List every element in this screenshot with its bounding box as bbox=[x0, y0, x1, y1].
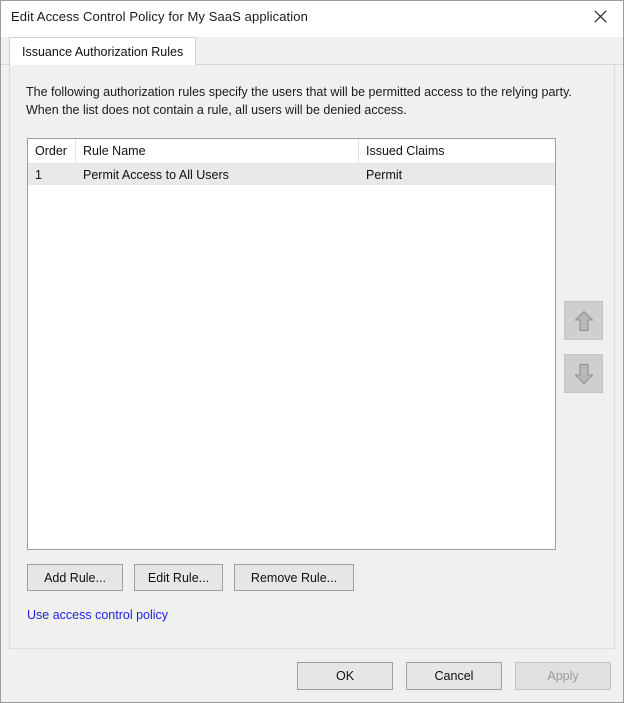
cell-rule-name: Permit Access to All Users bbox=[83, 167, 229, 182]
table-row[interactable]: 1 Permit Access to All Users Permit bbox=[28, 164, 555, 185]
edit-rule-button[interactable]: Edit Rule... bbox=[134, 564, 223, 591]
use-access-control-policy-link[interactable]: Use access control policy bbox=[27, 608, 168, 622]
move-rule-up-button[interactable] bbox=[564, 301, 603, 340]
rule-button-group: Add Rule... Edit Rule... Remove Rule... bbox=[27, 564, 354, 591]
dialog-title: Edit Access Control Policy for My SaaS a… bbox=[11, 9, 308, 24]
arrow-down-icon bbox=[573, 363, 594, 385]
dialog-footer: OK Cancel Apply bbox=[1, 649, 623, 702]
cell-order: 1 bbox=[35, 167, 42, 182]
arrow-up-icon bbox=[573, 310, 594, 332]
remove-rule-button[interactable]: Remove Rule... bbox=[234, 564, 354, 591]
rules-list[interactable]: Order Rule Name Issued Claims 1 Permit A… bbox=[27, 138, 556, 550]
column-header-order[interactable]: Order bbox=[28, 139, 76, 163]
tab-label: Issuance Authorization Rules bbox=[22, 44, 184, 59]
column-header-issued-claims[interactable]: Issued Claims bbox=[359, 139, 555, 163]
apply-button[interactable]: Apply bbox=[515, 662, 611, 690]
description-text: The following authorization rules specif… bbox=[26, 85, 572, 117]
ok-button[interactable]: OK bbox=[297, 662, 393, 690]
dialog-window: Edit Access Control Policy for My SaaS a… bbox=[0, 0, 624, 703]
list-header-row: Order Rule Name Issued Claims bbox=[28, 139, 555, 164]
title-bar: Edit Access Control Policy for My SaaS a… bbox=[1, 1, 623, 32]
cancel-button[interactable]: Cancel bbox=[406, 662, 502, 690]
cell-issued-claims: Permit bbox=[366, 167, 403, 182]
footer-button-group: OK Cancel Apply bbox=[297, 662, 611, 690]
tab-page: The following authorization rules specif… bbox=[9, 65, 615, 649]
add-rule-button[interactable]: Add Rule... bbox=[27, 564, 123, 591]
move-rule-down-button[interactable] bbox=[564, 354, 603, 393]
close-icon[interactable] bbox=[578, 1, 623, 31]
tab-issuance-authorization-rules[interactable]: Issuance Authorization Rules bbox=[9, 37, 197, 65]
column-header-rule-name[interactable]: Rule Name bbox=[76, 139, 359, 163]
tab-strip: Issuance Authorization Rules bbox=[1, 32, 623, 65]
